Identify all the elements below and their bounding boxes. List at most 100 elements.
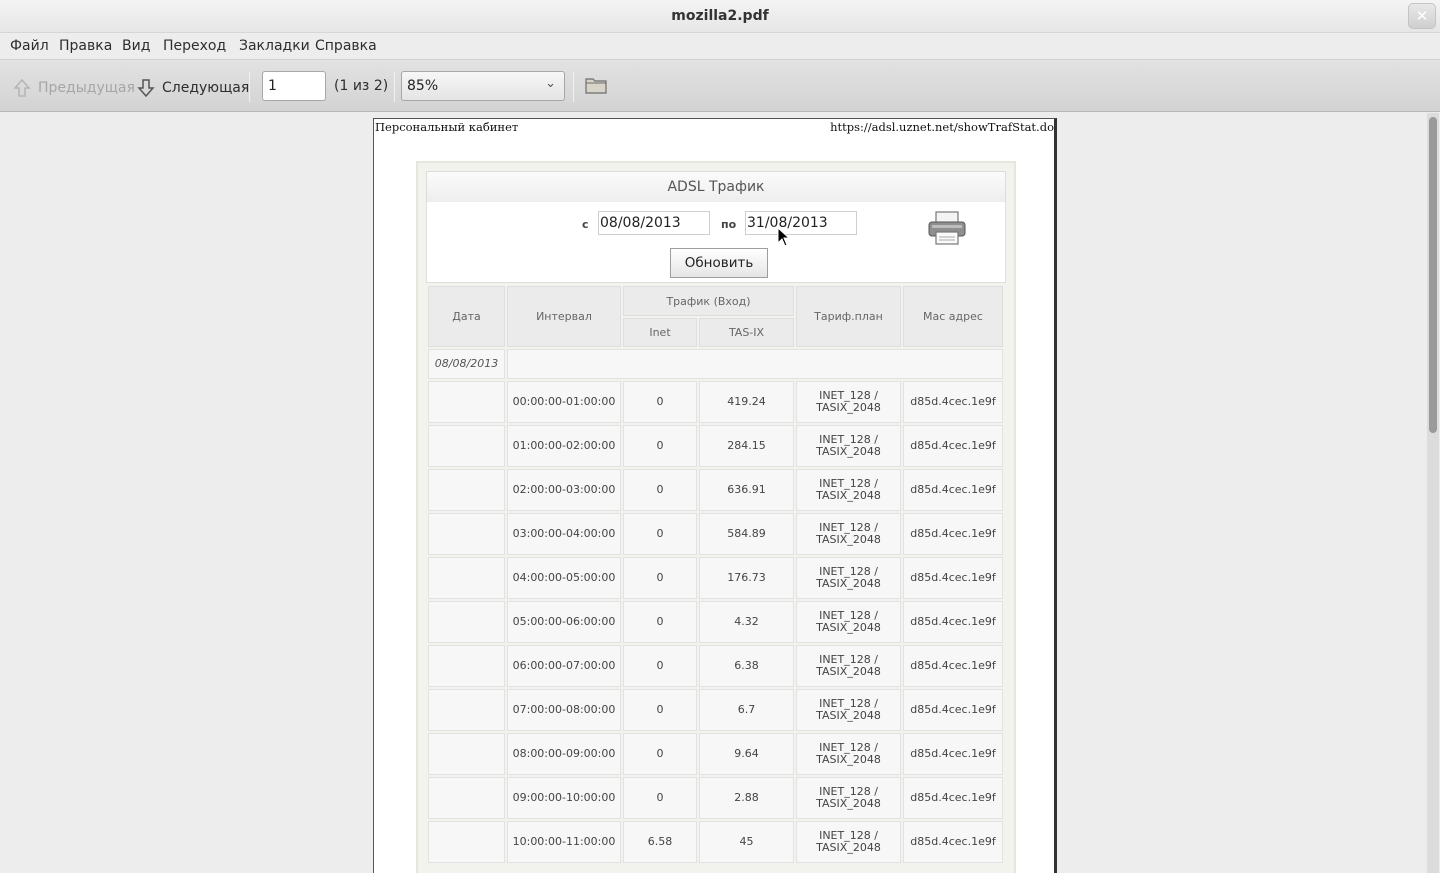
page-header-url: https://adsl.uznet.net/showTrafStat.do	[830, 120, 1054, 134]
date-cell	[428, 381, 505, 423]
window-title: mozilla2.pdf	[671, 8, 769, 24]
table-row: 02:00:00-03:00:00 0 636.91 INET_128 /TASIX_…	[428, 469, 1003, 511]
column-header-tariff: Тариф.план	[796, 286, 901, 347]
interval-cell: 01:00:00-02:00:00	[507, 425, 621, 467]
tasix-cell: 2.88	[699, 777, 794, 819]
interval-cell: 04:00:00-05:00:00	[507, 557, 621, 599]
tariff-line: TASIX_2048	[816, 665, 881, 678]
mac-cell: d85d.4cec.1e9f	[903, 645, 1003, 687]
zoom-select[interactable]: 85% ⌄	[401, 71, 565, 101]
tariff-line: TASIX_2048	[816, 445, 881, 458]
menu-help[interactable]: Справка	[315, 38, 377, 54]
table-row: 08:00:00-09:00:00 0 9.64 INET_128 /TASIX_20…	[428, 733, 1003, 775]
interval-cell: 08:00:00-09:00:00	[507, 733, 621, 775]
traffic-table: Дата Интервал Трафик (Вход) Тариф.план М…	[426, 284, 1005, 865]
tariff-cell: INET_128 /TASIX_2048	[796, 381, 901, 423]
page-number-input[interactable]: 1	[262, 71, 326, 101]
date-cell	[428, 469, 505, 511]
inet-cell: 0	[623, 733, 697, 775]
column-header-traffic: Трафик (Вход)	[623, 286, 794, 316]
date-cell	[428, 425, 505, 467]
menu-file[interactable]: Файл	[10, 38, 49, 54]
tariff-cell: INET_128 /TASIX_2048	[796, 777, 901, 819]
next-page-button[interactable]: Следующая	[136, 77, 249, 99]
table-row: 09:00:00-10:00:00 0 2.88 INET_128 /TASIX_20…	[428, 777, 1003, 819]
panel-title: ADSL Трафик	[427, 172, 1005, 202]
inet-cell: 0	[623, 425, 697, 467]
tasix-cell: 284.15	[699, 425, 794, 467]
toolbar-separator	[394, 72, 395, 102]
printer-icon[interactable]	[927, 210, 967, 246]
tariff-cell: INET_128 /TASIX_2048	[796, 557, 901, 599]
inet-cell: 0	[623, 689, 697, 731]
tariff-line: TASIX_2048	[816, 797, 881, 810]
mouse-cursor-icon	[777, 227, 791, 247]
date-cell	[428, 689, 505, 731]
traffic-panel: ADSL Трафик с 08/08/2013 по 31/08/2013 О…	[426, 171, 1006, 283]
column-header-interval: Интервал	[507, 286, 621, 347]
mac-cell: d85d.4cec.1e9f	[903, 821, 1003, 863]
tariff-line: TASIX_2048	[816, 709, 881, 722]
inet-cell: 0	[623, 557, 697, 599]
tariff-cell: INET_128 /TASIX_2048	[796, 821, 901, 863]
scrollbar-thumb[interactable]	[1429, 117, 1437, 433]
menu-view[interactable]: Вид	[122, 38, 150, 54]
window-titlebar: mozilla2.pdf ✕	[0, 0, 1440, 33]
date-cell	[428, 601, 505, 643]
next-page-label: Следующая	[162, 80, 250, 96]
chevron-down-icon: ⌄	[545, 76, 556, 91]
vertical-scrollbar[interactable]	[1427, 113, 1439, 873]
interval-cell: 07:00:00-08:00:00	[507, 689, 621, 731]
tasix-cell: 419.24	[699, 381, 794, 423]
column-header-date: Дата	[428, 286, 505, 347]
inet-cell: 0	[623, 601, 697, 643]
mac-cell: d85d.4cec.1e9f	[903, 777, 1003, 819]
toolbar-separator	[249, 72, 250, 102]
tariff-line: TASIX_2048	[816, 841, 881, 854]
date-cell	[428, 557, 505, 599]
menu-edit[interactable]: Правка	[59, 38, 112, 54]
document-viewer[interactable]: Персональный кабинет https://adsl.uznet.…	[1, 113, 1426, 873]
from-label: с	[582, 218, 589, 231]
tariff-line: TASIX_2048	[816, 577, 881, 590]
mac-cell: d85d.4cec.1e9f	[903, 557, 1003, 599]
close-window-button[interactable]: ✕	[1408, 3, 1436, 29]
mac-cell: d85d.4cec.1e9f	[903, 513, 1003, 555]
tariff-line: TASIX_2048	[816, 401, 881, 414]
close-icon: ✕	[1415, 7, 1429, 25]
to-label: по	[721, 218, 737, 231]
menu-bookmarks[interactable]: Закладки	[239, 38, 310, 54]
tariff-cell: INET_128 /TASIX_2048	[796, 469, 901, 511]
mac-cell: d85d.4cec.1e9f	[903, 601, 1003, 643]
table-row: 10:00:00-11:00:00 6.58 45 INET_128 /TASIX_2…	[428, 821, 1003, 863]
inet-cell: 0	[623, 645, 697, 687]
from-date-input[interactable]: 08/08/2013	[598, 211, 710, 235]
previous-page-button[interactable]: Предыдущая	[12, 77, 135, 99]
to-date-input[interactable]: 31/08/2013	[745, 211, 857, 235]
table-row: 00:00:00-01:00:00 0 419.24 INET_128 /TASIX_…	[428, 381, 1003, 423]
mac-cell: d85d.4cec.1e9f	[903, 689, 1003, 731]
tariff-cell: INET_128 /TASIX_2048	[796, 645, 901, 687]
date-group-row: 08/08/2013	[428, 349, 1003, 379]
folder-icon[interactable]	[584, 74, 608, 96]
mac-cell: d85d.4cec.1e9f	[903, 469, 1003, 511]
inet-cell: 0	[623, 469, 697, 511]
interval-cell: 05:00:00-06:00:00	[507, 601, 621, 643]
table-row: 01:00:00-02:00:00 0 284.15 INET_128 /TASIX_…	[428, 425, 1003, 467]
toolbar-separator	[573, 72, 574, 102]
table-row: 07:00:00-08:00:00 0 6.7 INET_128 /TASIX_204…	[428, 689, 1003, 731]
tasix-cell: 6.38	[699, 645, 794, 687]
tariff-line: TASIX_2048	[816, 489, 881, 502]
group-date: 08/08/2013	[428, 349, 505, 379]
tariff-cell: INET_128 /TASIX_2048	[796, 689, 901, 731]
inet-cell: 0	[623, 513, 697, 555]
tariff-line: TASIX_2048	[816, 533, 881, 546]
tasix-cell: 6.7	[699, 689, 794, 731]
content-frame: ADSL Трафик с 08/08/2013 по 31/08/2013 О…	[416, 161, 1016, 873]
inet-cell: 0	[623, 777, 697, 819]
mac-cell: d85d.4cec.1e9f	[903, 425, 1003, 467]
interval-cell: 02:00:00-03:00:00	[507, 469, 621, 511]
menu-go[interactable]: Переход	[163, 38, 226, 54]
refresh-button[interactable]: Обновить	[670, 248, 768, 278]
date-cell	[428, 733, 505, 775]
